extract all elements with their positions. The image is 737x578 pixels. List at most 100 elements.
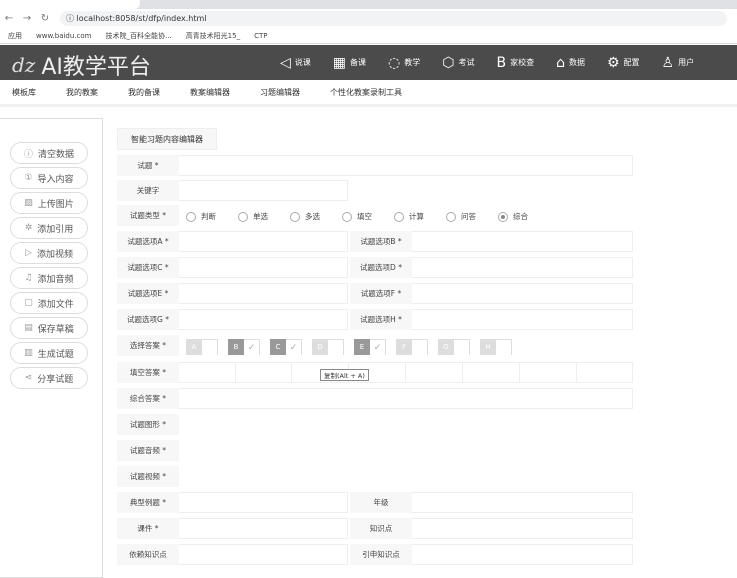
nav-item-calendar[interactable]: ▦ 备课	[333, 55, 366, 71]
sidebar-button-label: 清空数据	[38, 149, 75, 160]
radio-0[interactable]: 判断	[186, 211, 216, 222]
sidebar-button-icon: ①	[24, 173, 33, 183]
nav-item-gear[interactable]: ⚙ 配置	[607, 55, 640, 71]
sidebar-button[interactable]: ▨ 上传图片	[10, 192, 88, 214]
answer-option-D[interactable]: D	[312, 339, 344, 355]
radio-circle[interactable]	[290, 211, 300, 222]
sidebar-button[interactable]: ▤ 保存草稿	[10, 317, 88, 339]
radio-circle[interactable]	[394, 211, 404, 222]
nav-item-bold-b[interactable]: B 家校查	[496, 55, 534, 71]
input-question[interactable]	[179, 155, 633, 176]
input-dependKnowledge[interactable]	[179, 544, 348, 565]
input-comprehensive[interactable]	[179, 388, 633, 409]
sidebar-button[interactable]: ▢ 添加文件	[10, 292, 88, 314]
input-extendKnowledge[interactable]	[412, 544, 633, 565]
fill-blank-cell[interactable]	[577, 362, 633, 383]
fill-blank-cell[interactable]	[406, 362, 463, 383]
sidebar: ⓘ 清空数据 ① 导入内容 ▨ 上传图片 ✲ 添加引用 ▷ 添加视频 ♫ 添加音频 ▢ 添加文件 ▤ 保存草稿…	[0, 118, 103, 578]
radio-circle[interactable]	[498, 211, 508, 222]
answer-option-G[interactable]: G	[438, 339, 470, 355]
input-keyword[interactable]	[179, 180, 348, 201]
label-knowledge: 知识点	[350, 518, 412, 539]
subnav-item[interactable]: 教案编辑器	[190, 87, 230, 98]
answer-option-E[interactable]: E ✓	[354, 339, 386, 355]
answer-option-F[interactable]: F	[396, 339, 428, 355]
input-optF[interactable]	[412, 283, 633, 304]
sidebar-button-label: 导入内容	[37, 174, 74, 185]
info-icon: ⓘ	[66, 14, 77, 23]
radio-circle[interactable]	[186, 211, 196, 222]
radio-2[interactable]: 多选	[290, 211, 320, 222]
radio-circle[interactable]	[446, 211, 456, 222]
sidebar-button[interactable]: ① 导入内容	[10, 167, 88, 189]
answer-option-H[interactable]: H	[480, 339, 512, 355]
logo[interactable]: ǳ AI教学平台	[12, 49, 151, 81]
sidebar-button[interactable]: ⋖ 分享试题	[10, 367, 88, 389]
label-choice: 选择答案 *	[117, 335, 179, 356]
subnav-item[interactable]: 模板库	[12, 87, 36, 98]
bookmark[interactable]: www.baidu.com	[36, 32, 92, 40]
subnav-item[interactable]: 我的备课	[128, 87, 160, 98]
app-header: ǳ AI教学平台 ◁ 说课 ▦ 备课 ◌ 教学 ⬡ 考试 B 家校查 ⌂ 数据 ⚙ 配置 ♙ 用户	[0, 45, 737, 80]
sidebar-button[interactable]: ♫ 添加音频	[10, 267, 88, 289]
editor-title-button[interactable]: 智能习题内容编辑器	[117, 128, 217, 150]
nav-label: 配置	[623, 58, 640, 67]
input-grade[interactable]	[412, 492, 633, 513]
answer-option-A[interactable]: A	[186, 339, 218, 355]
fill-blank-cell[interactable]	[179, 362, 236, 383]
sidebar-button-icon: ▷	[25, 248, 32, 258]
radio-circle[interactable]	[342, 211, 352, 222]
input-example[interactable]	[179, 492, 348, 513]
input-optC[interactable]	[179, 257, 348, 278]
input-optG[interactable]	[179, 309, 348, 330]
input-optA[interactable]	[179, 231, 348, 252]
subnav-item[interactable]: 我的教案	[66, 87, 98, 98]
answer-letter: F	[396, 339, 412, 355]
check-icon	[496, 339, 512, 355]
bookmark[interactable]: 高青技术阳光15_	[186, 31, 240, 41]
forward-icon[interactable]: →	[18, 13, 36, 24]
fill-blank-cell[interactable]	[463, 362, 520, 383]
bag-icon: ⌂	[556, 54, 565, 71]
bookmark[interactable]: 技术院_百科全能协...	[106, 31, 172, 41]
label-optC: 试题选项C *	[117, 257, 179, 278]
input-courseware[interactable]	[179, 518, 348, 539]
radio-4[interactable]: 计算	[394, 211, 424, 222]
reload-icon[interactable]: ↻	[36, 13, 54, 24]
sidebar-button[interactable]: ✲ 添加引用	[10, 217, 88, 239]
bookmark[interactable]: CTP	[254, 32, 267, 40]
subnav-item[interactable]: 个性化教案录制工具	[330, 87, 402, 98]
answer-option-C[interactable]: C ✓	[270, 339, 302, 355]
tooltip: 复制(Alt + A)	[320, 369, 369, 381]
input-knowledge[interactable]	[412, 518, 633, 539]
label-courseware: 课件 *	[117, 518, 179, 539]
nav-item-cube[interactable]: ⬡ 考试	[442, 55, 474, 71]
bookmark[interactable]: 应用	[8, 31, 22, 41]
subnav-item[interactable]: 习题编辑器	[260, 87, 300, 98]
browser-tab[interactable]	[0, 0, 140, 9]
answer-option-B[interactable]: B ✓	[228, 339, 260, 355]
fill-blank-cell[interactable]	[520, 362, 577, 383]
nav-item-dial[interactable]: ◌ 教学	[388, 55, 420, 71]
fill-blank-cell[interactable]	[236, 362, 292, 383]
sidebar-button[interactable]: ▷ 添加视频	[10, 242, 88, 264]
input-optE[interactable]	[179, 283, 348, 304]
input-optB[interactable]	[412, 231, 633, 252]
label-graphic: 试题图形 *	[117, 414, 179, 435]
radio-6[interactable]: 综合	[498, 211, 528, 222]
nav-item-user[interactable]: ♙ 用户	[662, 55, 695, 71]
radio-1[interactable]: 单选	[238, 211, 268, 222]
radio-5[interactable]: 问答	[446, 211, 476, 222]
radio-3[interactable]: 填空	[342, 211, 372, 222]
back-icon[interactable]: ←	[0, 13, 18, 24]
radio-circle[interactable]	[238, 211, 248, 222]
url-input[interactable]: ⓘ localhost:8058/st/dfp/index.html	[60, 11, 727, 26]
check-icon: ✓	[244, 339, 260, 355]
input-optD[interactable]	[412, 257, 633, 278]
nav-item-bag[interactable]: ⌂ 数据	[556, 55, 585, 71]
sidebar-button[interactable]: ⓘ 清空数据	[10, 142, 88, 164]
sidebar-button[interactable]: ▥ 生成试题	[10, 342, 88, 364]
input-optH[interactable]	[412, 309, 633, 330]
header-nav: ◁ 说课 ▦ 备课 ◌ 教学 ⬡ 考试 B 家校查 ⌂ 数据 ⚙ 配置 ♙ 用户	[280, 45, 694, 80]
nav-item-paper-plane[interactable]: ◁ 说课	[280, 55, 311, 71]
